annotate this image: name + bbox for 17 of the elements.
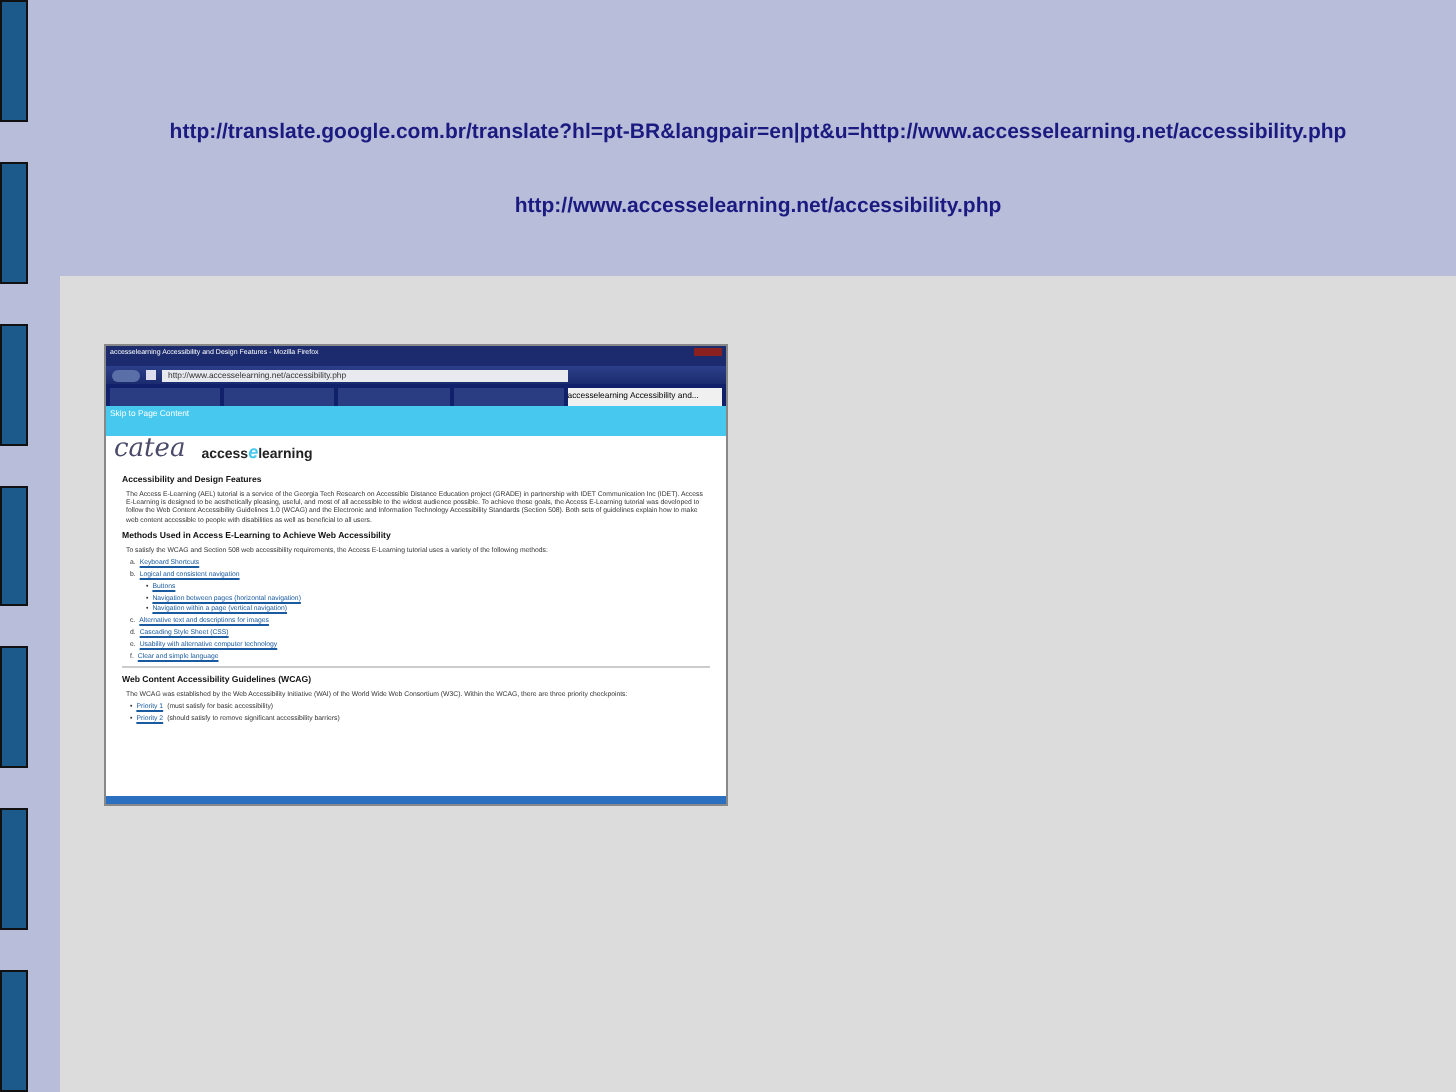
back-forward-icon[interactable] — [112, 369, 140, 381]
sidebar-block — [0, 485, 28, 607]
browser-tab[interactable] — [453, 388, 564, 406]
sidebar-block — [0, 808, 28, 931]
home-icon[interactable] — [146, 370, 156, 380]
window-controls-icon[interactable] — [694, 348, 722, 356]
sidebar-block — [0, 970, 28, 1092]
browser-tab[interactable] — [110, 388, 221, 406]
site-logo: catea — [114, 436, 186, 462]
sidebar-block — [0, 646, 28, 769]
sidebar-block — [0, 323, 28, 446]
sidebar-block — [0, 161, 28, 284]
browser-tab[interactable] — [224, 388, 335, 406]
url-link[interactable]: http://translate.google.com.br/translate?hl=pt-BR&langpair=en|pt&u=http://www.accesselearning.net/accessibility.php — [169, 120, 1347, 144]
sidebar-block — [0, 0, 28, 122]
browser-tab[interactable] — [338, 388, 450, 406]
url-link[interactable]: http://www.accesselearning.net/accessibility.php — [514, 194, 1002, 218]
